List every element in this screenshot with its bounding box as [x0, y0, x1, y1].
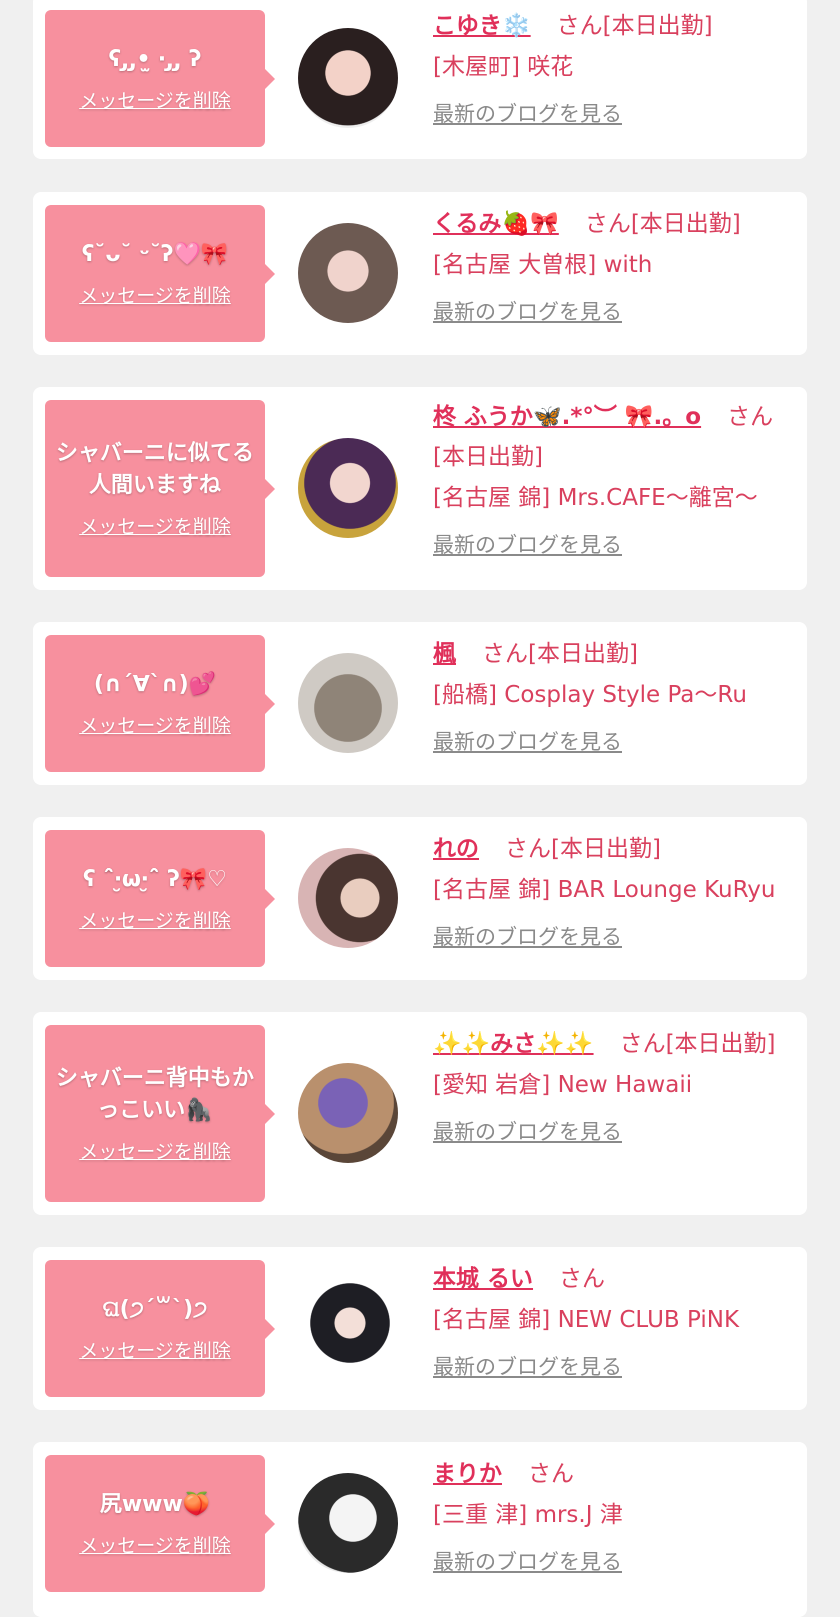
list-item: ʕ˘ᴗ˘ ᵕ˘ʔ🩷🎀 メッセージを削除 くるみ🍓🎀 さん[本日出勤] [名古屋 大… — [33, 192, 807, 355]
shop-text: [船橋] Cosplay Style Pa〜Ru — [433, 682, 747, 708]
girl-name-link[interactable]: こゆき❄️ — [433, 13, 531, 39]
message-bubble: ʕ ̡ ̡•̫ ‧ ̡ ̡ ʔ メッセージを削除 — [45, 10, 275, 147]
delete-message-link[interactable]: メッセージを削除 — [79, 1137, 231, 1164]
shop-text: [名古屋 錦] NEW CLUB PiNK — [433, 1307, 740, 1333]
shop-text: [名古屋 錦] BAR Lounge KuRyu — [433, 877, 776, 903]
delete-message-link[interactable]: メッセージを削除 — [79, 512, 231, 539]
list-item: ଘ(੭ˊ꒳ˋ)੭ メッセージを削除 本城 るい さん [名古屋 錦] NEW CL… — [33, 1247, 807, 1410]
girl-name-link[interactable]: 楓 — [433, 641, 456, 667]
message-text: シャバーニに似てる人間いますね — [55, 441, 254, 498]
shop-text: [愛知 岩倉] New Hawaii — [433, 1072, 693, 1098]
status-text: さん[本日出勤] — [556, 13, 713, 39]
latest-blog-link[interactable]: 最新のブログを見る — [433, 98, 622, 128]
message-bubble: シャバーニに似てる人間いますね メッセージを削除 — [45, 400, 275, 577]
latest-blog-link[interactable]: 最新のブログを見る — [433, 1351, 622, 1381]
list-item: 尻www🍑 メッセージを削除 まりか さん [三重 津] mrs.J 津 最新のブ… — [33, 1442, 807, 1617]
girl-name-link[interactable]: 本城 るい — [433, 1266, 533, 1292]
delete-message-link[interactable]: メッセージを削除 — [79, 1531, 231, 1558]
message-text: ʕ˘ᴗ˘ ᵕ˘ʔ🩷🎀 — [81, 242, 229, 267]
message-text: シャバーニ背中もかっこいい🦍 — [55, 1066, 254, 1123]
message-list: ʕ ̡ ̡•̫ ‧ ̡ ̡ ʔ メッセージを削除 こゆき❄️ さん[本日出勤] [… — [0, 0, 840, 1617]
girl-name-link[interactable]: ✨✨みさ✨✨ — [433, 1031, 594, 1057]
latest-blog-link[interactable]: 最新のブログを見る — [433, 529, 622, 559]
latest-blog-link[interactable]: 最新のブログを見る — [433, 726, 622, 756]
status-text: さん — [528, 1461, 574, 1487]
message-bubble: (∩´∀`∩)💕 メッセージを削除 — [45, 635, 275, 772]
message-bubble: 尻www🍑 メッセージを削除 — [45, 1455, 275, 1592]
status-text: さん[本日出勤] — [619, 1031, 776, 1057]
message-text: ʕ ˆ̑‧̮ω‧̮ˆ̑ ʔ🎀♡ — [82, 867, 228, 892]
shop-text: [名古屋 錦] Mrs.CAFE〜離宮〜 — [433, 485, 758, 511]
girl-name-link[interactable]: れの — [433, 836, 479, 862]
girl-name-link[interactable]: まりか — [433, 1461, 502, 1487]
list-item: シャバーニ背中もかっこいい🦍 メッセージを削除 ✨✨みさ✨✨ さん[本日出勤] [… — [33, 1012, 807, 1215]
avatar[interactable] — [298, 438, 398, 538]
avatar[interactable] — [298, 1473, 398, 1573]
latest-blog-link[interactable]: 最新のブログを見る — [433, 921, 622, 951]
latest-blog-link[interactable]: 最新のブログを見る — [433, 1116, 622, 1146]
avatar[interactable] — [298, 223, 398, 323]
list-item: (∩´∀`∩)💕 メッセージを削除 楓さん[本日出勤] [船橋] Cosplay… — [33, 622, 807, 785]
message-bubble: シャバーニ背中もかっこいい🦍 メッセージを削除 — [45, 1025, 275, 1202]
latest-blog-link[interactable]: 最新のブログを見る — [433, 296, 622, 326]
status-text: さん[本日出勤] — [482, 641, 638, 667]
shop-text: [木屋町] 咲花 — [433, 54, 574, 80]
message-text: (∩´∀`∩)💕 — [93, 672, 217, 697]
message-text: 尻www🍑 — [99, 1492, 211, 1517]
message-bubble: ʕ˘ᴗ˘ ᵕ˘ʔ🩷🎀 メッセージを削除 — [45, 205, 275, 342]
delete-message-link[interactable]: メッセージを削除 — [79, 1336, 231, 1363]
message-bubble: ଘ(੭ˊ꒳ˋ)੭ メッセージを削除 — [45, 1260, 275, 1397]
avatar[interactable] — [298, 28, 398, 128]
status-text: さん[本日出勤] — [584, 211, 741, 237]
message-text: ଘ(੭ˊ꒳ˋ)੭ — [102, 1297, 208, 1322]
status-text: さん[本日出勤] — [505, 836, 661, 862]
shop-text: [名古屋 大曽根] with — [433, 252, 653, 278]
girl-name-link[interactable]: くるみ🍓🎀 — [433, 211, 559, 237]
delete-message-link[interactable]: メッセージを削除 — [79, 906, 231, 933]
shop-text: [三重 津] mrs.J 津 — [433, 1502, 623, 1528]
avatar[interactable] — [298, 1278, 398, 1378]
list-item: シャバーニに似てる人間いますね メッセージを削除 柊 ふうか🦋.*°︶ 🎀.。o… — [33, 387, 807, 590]
avatar[interactable] — [298, 1063, 398, 1163]
message-bubble: ʕ ˆ̑‧̮ω‧̮ˆ̑ ʔ🎀♡ メッセージを削除 — [45, 830, 275, 967]
list-item: ʕ ˆ̑‧̮ω‧̮ˆ̑ ʔ🎀♡ メッセージを削除 れの さん[本日出勤] [名古屋… — [33, 817, 807, 980]
avatar[interactable] — [298, 653, 398, 753]
latest-blog-link[interactable]: 最新のブログを見る — [433, 1546, 622, 1576]
girl-name-link[interactable]: 柊 ふうか🦋.*°︶ 🎀.。o — [433, 404, 701, 430]
list-item: ʕ ̡ ̡•̫ ‧ ̡ ̡ ʔ メッセージを削除 こゆき❄️ さん[本日出勤] [… — [33, 0, 807, 159]
delete-message-link[interactable]: メッセージを削除 — [79, 281, 231, 308]
avatar[interactable] — [298, 848, 398, 948]
message-text: ʕ ̡ ̡•̫ ‧ ̡ ̡ ʔ — [108, 47, 202, 72]
status-text: さん — [559, 1266, 606, 1292]
delete-message-link[interactable]: メッセージを削除 — [79, 86, 231, 113]
delete-message-link[interactable]: メッセージを削除 — [79, 711, 231, 738]
